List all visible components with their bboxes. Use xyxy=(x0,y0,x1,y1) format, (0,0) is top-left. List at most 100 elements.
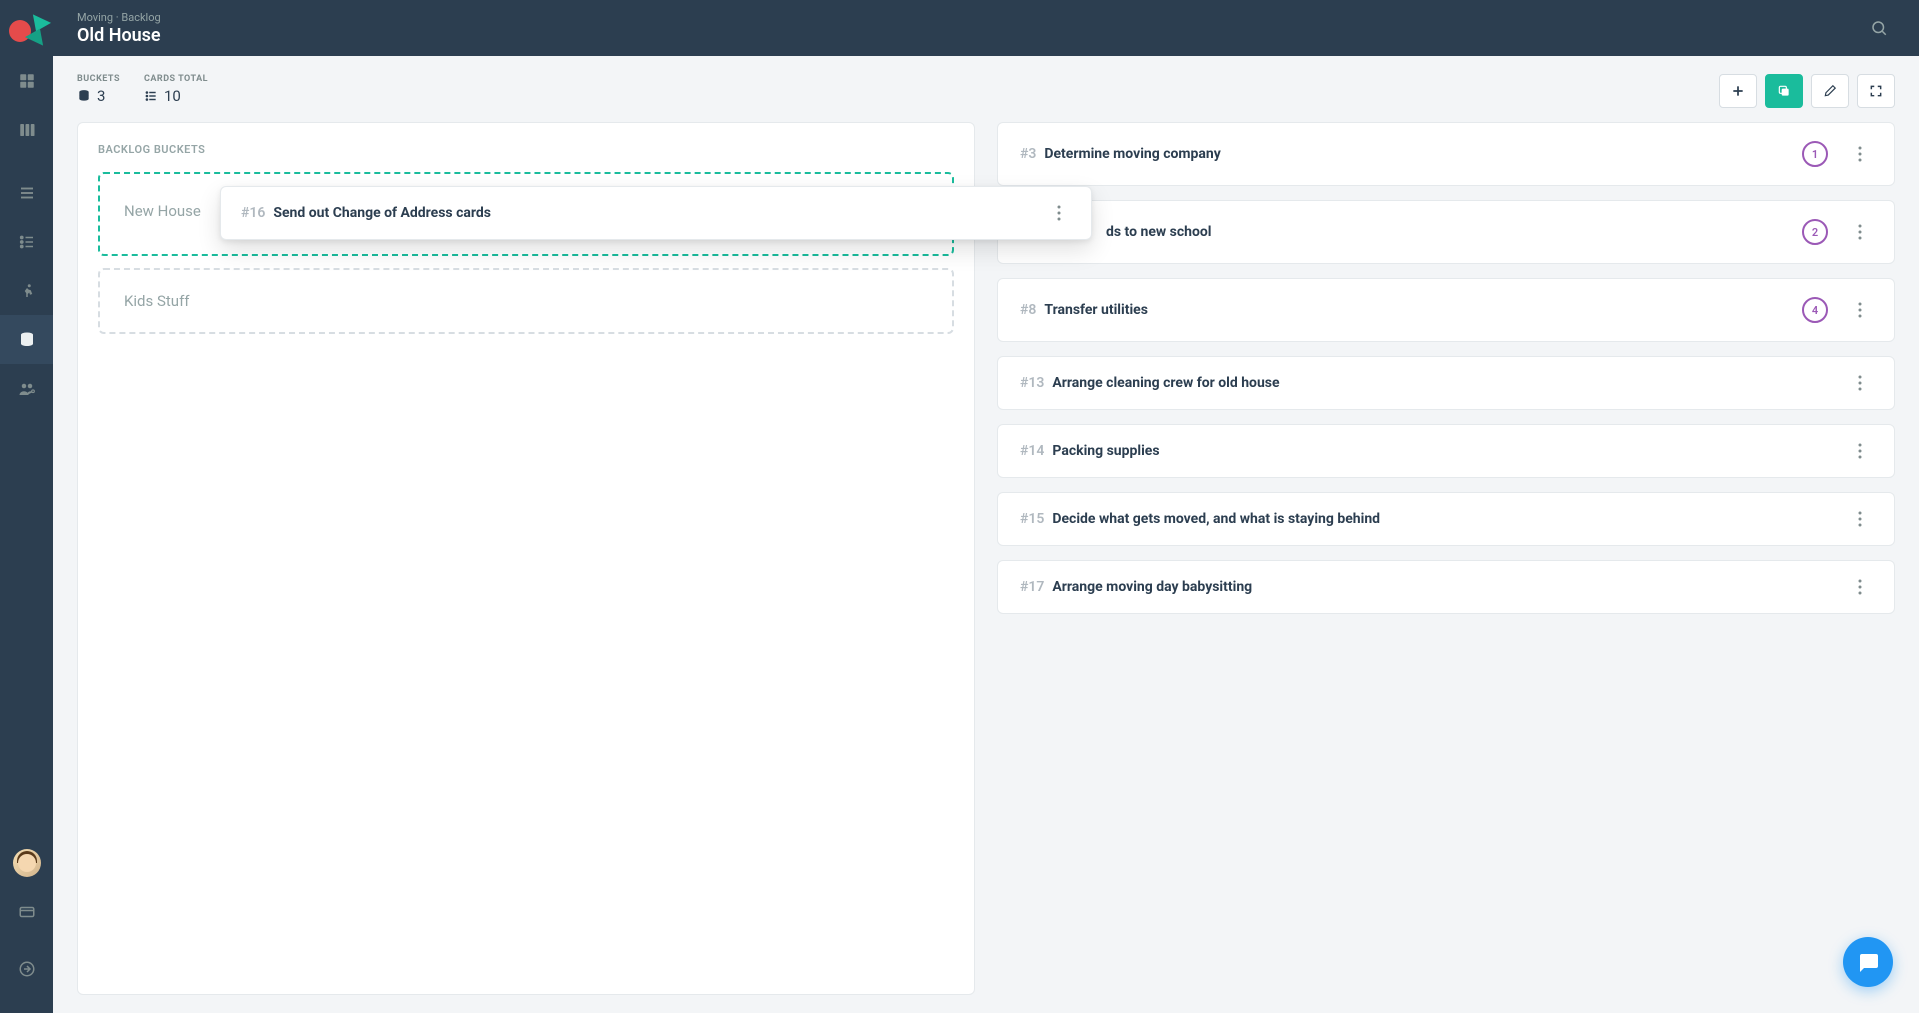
card-menu-button[interactable] xyxy=(1848,146,1872,162)
card-item[interactable]: #14 Packing supplies xyxy=(997,424,1895,478)
card-title: Packing supplies xyxy=(1052,443,1842,459)
more-vertical-icon xyxy=(1858,375,1862,391)
card-menu-button[interactable] xyxy=(1848,375,1872,391)
card-id: #13 xyxy=(1020,375,1044,391)
card-menu-button[interactable] xyxy=(1848,302,1872,318)
cards-column: #3 Determine moving company 1 ds to new … xyxy=(997,122,1895,995)
more-vertical-icon xyxy=(1858,224,1862,240)
stat-cards-value: 10 xyxy=(144,87,208,105)
lines-icon xyxy=(18,184,36,202)
bucket-drop-target[interactable]: New House #16 Send out Change of Address… xyxy=(98,172,954,256)
card-item[interactable]: #13 Arrange cleaning crew for old house xyxy=(997,356,1895,410)
copy-button[interactable] xyxy=(1765,74,1803,108)
card-badge: 4 xyxy=(1802,297,1828,323)
card-badge: 2 xyxy=(1802,219,1828,245)
stats-bar: BUCKETS 3 CARDS TOTAL 10 xyxy=(77,74,1895,108)
stat-buckets-value: 3 xyxy=(77,87,120,105)
stat-cards-label: CARDS TOTAL xyxy=(144,74,208,84)
more-vertical-icon xyxy=(1858,511,1862,527)
logo-shape xyxy=(9,16,45,40)
dashboard-icon xyxy=(18,72,36,90)
edit-icon xyxy=(1823,84,1837,98)
card-title: ds to new school xyxy=(1106,224,1802,240)
user-avatar xyxy=(13,849,41,877)
main-content: BUCKETS 3 CARDS TOTAL 10 xyxy=(53,56,1919,1013)
copy-icon xyxy=(1777,84,1791,98)
stat-buckets-number: 3 xyxy=(97,87,105,105)
chat-bubble-button[interactable] xyxy=(1843,937,1893,987)
stat-buckets-label: BUCKETS xyxy=(77,74,120,84)
list-icon xyxy=(144,89,158,103)
bucket-item[interactable]: Kids Stuff xyxy=(98,268,954,334)
edit-button[interactable] xyxy=(1811,74,1849,108)
card-title: Arrange cleaning crew for old house xyxy=(1052,375,1842,391)
card-title: Arrange moving day babysitting xyxy=(1052,579,1842,595)
card-badge: 1 xyxy=(1802,141,1828,167)
buckets-column: BACKLOG BUCKETS New House #16 Send out C… xyxy=(77,122,975,995)
card-menu-button[interactable] xyxy=(1848,579,1872,595)
search-icon xyxy=(1870,19,1888,37)
stat-cards: CARDS TOTAL 10 xyxy=(144,74,208,105)
more-vertical-icon xyxy=(1858,146,1862,162)
card-title: Decide what gets moved, and what is stay… xyxy=(1052,511,1842,527)
card-id: #8 xyxy=(1020,302,1036,318)
more-vertical-icon xyxy=(1858,302,1862,318)
card-icon xyxy=(18,903,36,921)
sidebar-item-dashboard[interactable] xyxy=(0,56,53,105)
database-icon xyxy=(77,89,91,103)
columns-icon xyxy=(18,121,36,139)
breadcrumb[interactable]: Moving · Backlog xyxy=(77,11,161,24)
header-text: Moving · Backlog Old House xyxy=(77,11,161,46)
card-title: Determine moving company xyxy=(1044,146,1802,162)
sidebar-item-lines[interactable] xyxy=(0,168,53,217)
add-button[interactable] xyxy=(1719,74,1757,108)
card-title: Transfer utilities xyxy=(1044,302,1802,318)
card-item[interactable]: #17 Arrange moving day babysitting xyxy=(997,560,1895,614)
card-item[interactable]: #3 Determine moving company 1 xyxy=(997,122,1895,186)
dragging-card[interactable]: #16 Send out Change of Address cards xyxy=(220,186,1092,240)
card-menu-button[interactable] xyxy=(1848,443,1872,459)
action-buttons xyxy=(1719,74,1895,108)
more-vertical-icon xyxy=(1858,443,1862,459)
fullscreen-icon xyxy=(1869,84,1883,98)
card-menu-button[interactable] xyxy=(1047,205,1071,221)
sidebar-item-list[interactable] xyxy=(0,217,53,266)
plus-icon xyxy=(1731,84,1745,98)
sidebar-item-billing[interactable] xyxy=(0,887,53,936)
card-item[interactable]: #8 Transfer utilities 4 xyxy=(997,278,1895,342)
card-item[interactable]: ds to new school 2 xyxy=(997,200,1895,264)
sidebar-item-activity[interactable] xyxy=(0,266,53,315)
app-logo[interactable] xyxy=(0,0,53,56)
sidebar-item-logout[interactable] xyxy=(0,944,53,993)
database-icon xyxy=(18,331,36,349)
team-icon xyxy=(17,380,37,398)
buckets-panel: BACKLOG BUCKETS New House #16 Send out C… xyxy=(77,122,975,995)
more-vertical-icon xyxy=(1858,579,1862,595)
sidebar-item-avatar[interactable] xyxy=(0,838,53,887)
chat-icon xyxy=(1856,950,1880,974)
sidebar xyxy=(0,56,53,1013)
fullscreen-button[interactable] xyxy=(1857,74,1895,108)
bucket-name: New House xyxy=(124,202,201,220)
page-scrollbar[interactable] xyxy=(1915,0,1919,1013)
more-vertical-icon xyxy=(1057,205,1061,221)
card-menu-button[interactable] xyxy=(1848,511,1872,527)
page-title: Old House xyxy=(77,25,161,46)
card-id: #14 xyxy=(1020,443,1044,459)
bucket-name: Kids Stuff xyxy=(124,292,190,310)
cards-list: #3 Determine moving company 1 ds to new … xyxy=(997,122,1895,614)
columns: BACKLOG BUCKETS New House #16 Send out C… xyxy=(77,122,1895,995)
sidebar-item-boards[interactable] xyxy=(0,105,53,154)
logout-icon xyxy=(18,960,36,978)
sidebar-item-database[interactable] xyxy=(0,315,53,364)
card-item[interactable]: #15 Decide what gets moved, and what is … xyxy=(997,492,1895,546)
search-button[interactable] xyxy=(1859,8,1899,48)
card-title: Send out Change of Address cards xyxy=(273,205,1047,221)
running-icon xyxy=(18,282,36,300)
card-id: #16 xyxy=(241,205,265,221)
card-id: #15 xyxy=(1020,511,1044,527)
sidebar-item-team[interactable] xyxy=(0,364,53,413)
card-menu-button[interactable] xyxy=(1848,224,1872,240)
buckets-panel-title: BACKLOG BUCKETS xyxy=(98,143,954,156)
stat-buckets: BUCKETS 3 xyxy=(77,74,120,105)
